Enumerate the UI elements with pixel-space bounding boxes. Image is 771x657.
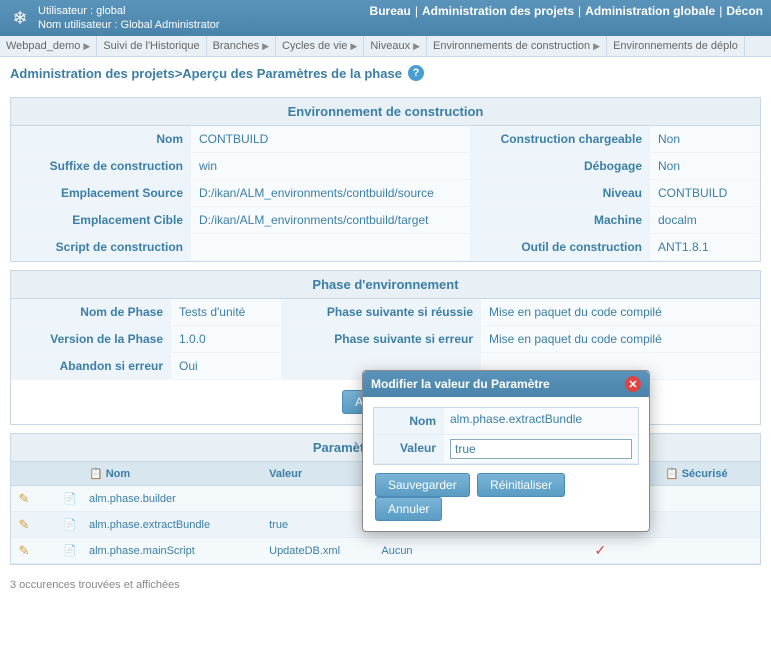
tab-env-construction[interactable]: Environnements de construction▶: [427, 36, 607, 56]
form-label: Emplacement Cible: [11, 207, 191, 234]
modal-title: Modifier la valeur du Paramètre: [371, 377, 550, 391]
modal-valeur-label: Valeur: [374, 435, 444, 464]
cell-type: Aucun: [375, 538, 541, 564]
user-label: Utilisateur : global: [38, 4, 220, 18]
tab-cycles[interactable]: Cycles de vie▶: [276, 36, 364, 56]
form-value: win: [191, 153, 470, 180]
form-value: D:/ikan/ALM_environments/contbuild/targe…: [191, 207, 470, 234]
form-value: Oui: [171, 353, 281, 380]
form-value: Non: [650, 153, 760, 180]
form-value: Mise en paquet du code compilé: [481, 299, 760, 326]
th-nom: Nom: [83, 462, 263, 486]
copy-icon[interactable]: [63, 492, 77, 506]
page-breadcrumb: Administration des projets>Aperçu des Pa…: [0, 57, 771, 89]
tab-branches[interactable]: Branches▶: [207, 36, 276, 56]
tab-suivi[interactable]: Suivi de l'Historique: [97, 36, 206, 56]
results-count: 3 occurences trouvées et affichées: [0, 573, 771, 597]
copy-icon[interactable]: [63, 518, 77, 532]
cell-oblig: ✓: [542, 538, 659, 564]
panel-title: Phase d'environnement: [11, 271, 760, 299]
form-value: CONTBUILD: [191, 126, 470, 153]
form-label: Débogage: [470, 153, 650, 180]
cancel-button[interactable]: Annuler: [375, 497, 442, 521]
top-nav: Bureau| Administration des projets| Admi…: [370, 4, 763, 18]
form-value: [191, 234, 470, 261]
modal-valeur-input[interactable]: [450, 439, 632, 459]
cell-secur: [659, 538, 760, 564]
modal-nom-label: Nom: [374, 408, 444, 435]
form-label: Machine: [470, 207, 650, 234]
nav-bureau[interactable]: Bureau: [370, 4, 411, 18]
breadcrumb-tabs: Webpad_demo▶ Suivi de l'Historique Branc…: [0, 36, 771, 57]
form-label: Suffixe de construction: [11, 153, 191, 180]
form-label: Nom de Phase: [11, 299, 171, 326]
form-value: ANT1.8.1: [650, 234, 760, 261]
nav-admin-projets[interactable]: Administration des projets: [422, 4, 574, 18]
th-secur: Sécurisé: [659, 462, 760, 486]
edit-icon[interactable]: [17, 491, 31, 505]
form-value: D:/ikan/ALM_environments/contbuild/sourc…: [191, 180, 470, 207]
cell-secur: [659, 486, 760, 512]
form-label: Script de construction: [11, 234, 191, 261]
form-label: Niveau: [470, 180, 650, 207]
nav-admin-globale[interactable]: Administration globale: [585, 4, 715, 18]
reset-button[interactable]: Réinitialiser: [477, 473, 565, 497]
edit-param-modal: Modifier la valeur du Paramètre ✕ Nom al…: [362, 370, 650, 532]
check-icon: ✓: [594, 542, 606, 558]
cell-secur: [659, 512, 760, 538]
form-value: docalm: [650, 207, 760, 234]
username-label: Nom utilisateur : Global Administrator: [38, 18, 220, 32]
form-label: Emplacement Source: [11, 180, 191, 207]
form-value: Non: [650, 126, 760, 153]
form-label: Phase suivante si erreur: [281, 326, 481, 353]
app-logo-icon: ❄: [8, 6, 32, 30]
edit-icon[interactable]: [17, 517, 31, 531]
close-icon[interactable]: ✕: [625, 376, 641, 392]
form-label: Phase suivante si réussie: [281, 299, 481, 326]
edit-icon[interactable]: [17, 543, 31, 557]
form-label: Construction chargeable: [470, 126, 650, 153]
form-value: Mise en paquet du code compilé: [481, 326, 760, 353]
form-label: Version de la Phase: [11, 326, 171, 353]
cell-nom: alm.phase.extractBundle: [83, 512, 263, 538]
top-bar: ❄ Utilisateur : global Nom utilisateur :…: [0, 0, 771, 36]
cell-valeur: [263, 486, 375, 512]
panel-title: Environnement de construction: [11, 98, 760, 126]
form-label: Nom: [11, 126, 191, 153]
th-valeur: Valeur: [263, 462, 375, 486]
form-value: CONTBUILD: [650, 180, 760, 207]
save-button[interactable]: Sauvegarder: [375, 473, 470, 497]
modal-nom-value: alm.phase.extractBundle: [444, 408, 638, 435]
cell-nom: alm.phase.builder: [83, 486, 263, 512]
nav-logout[interactable]: Décon: [726, 4, 763, 18]
form-label: Abandon si erreur: [11, 353, 171, 380]
tab-niveaux[interactable]: Niveaux▶: [364, 36, 427, 56]
form-value: 1.0.0: [171, 326, 281, 353]
cell-nom: alm.phase.mainScript: [83, 538, 263, 564]
panel-environnement: Environnement de construction Nom CONTBU…: [10, 97, 761, 262]
cell-valeur: UpdateDB.xml: [263, 538, 375, 564]
tab-env-deploy[interactable]: Environnements de déplo: [607, 36, 745, 56]
form-label: Outil de construction: [470, 234, 650, 261]
cell-valeur: true: [263, 512, 375, 538]
table-row: alm.phase.mainScript UpdateDB.xml Aucun …: [11, 538, 760, 564]
tab-webpad[interactable]: Webpad_demo▶: [0, 36, 97, 56]
form-value: Tests d'unité: [171, 299, 281, 326]
help-icon[interactable]: ?: [408, 65, 424, 81]
copy-icon[interactable]: [63, 544, 77, 558]
